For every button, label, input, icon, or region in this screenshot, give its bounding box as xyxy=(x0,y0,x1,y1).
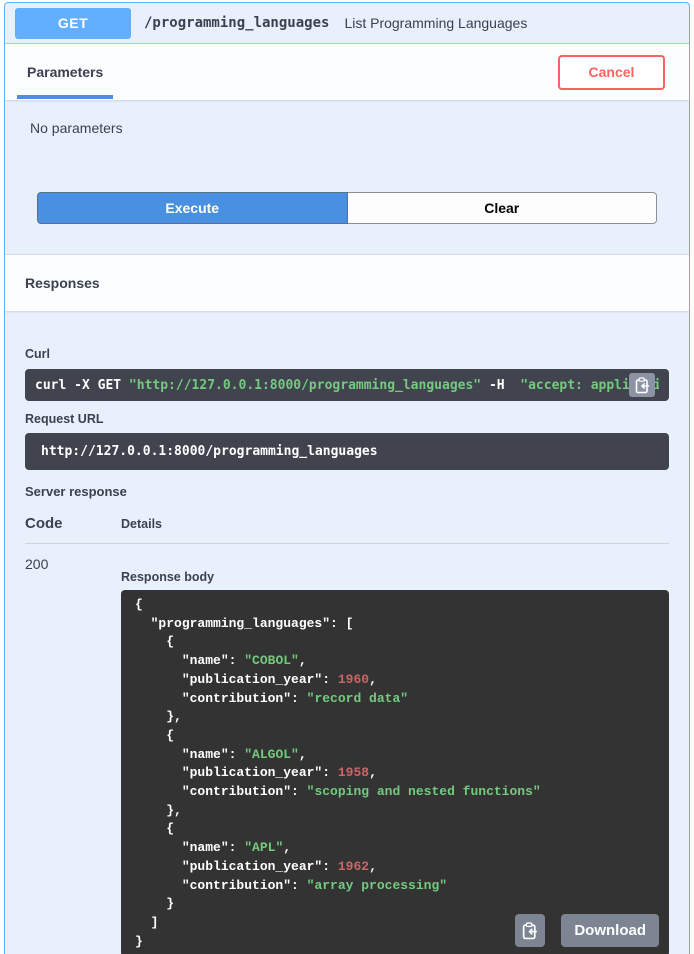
parameters-body: No parameters Execute Clear xyxy=(5,100,689,254)
curl-label: Curl xyxy=(25,347,669,361)
clipboard-copy-icon xyxy=(635,377,650,394)
response-body-code: { "programming_languages": [ { "name": "… xyxy=(135,597,541,949)
details-column-header: Details xyxy=(121,517,162,531)
response-table-header: Code Details xyxy=(25,515,669,532)
active-tab-underline xyxy=(17,95,113,99)
curl-command-text: curl -X GET "http://127.0.0.1:8000/progr… xyxy=(35,378,659,393)
execute-button[interactable]: Execute xyxy=(37,192,348,224)
no-parameters-text: No parameters xyxy=(25,120,669,136)
response-body-label: Response body xyxy=(121,570,669,584)
request-url-value: http://127.0.0.1:8000/programming_langua… xyxy=(41,444,378,459)
response-row-200: 200 Response body { "programming_languag… xyxy=(25,556,669,954)
method-badge: GET xyxy=(15,8,131,39)
operation-summary[interactable]: GET /programming_languages List Programm… xyxy=(5,3,689,44)
responses-title: Responses xyxy=(25,275,100,291)
operation-description: List Programming Languages xyxy=(344,15,527,31)
request-url-bar: http://127.0.0.1:8000/programming_langua… xyxy=(25,433,669,470)
execute-button-group: Execute Clear xyxy=(25,192,669,224)
code-column-header: Code xyxy=(25,515,121,532)
parameters-tab-label: Parameters xyxy=(27,64,103,80)
copy-response-button[interactable] xyxy=(515,914,545,947)
responses-body: Curl curl -X GET "http://127.0.0.1:8000/… xyxy=(5,347,689,954)
operation-panel: GET /programming_languages List Programm… xyxy=(4,2,690,954)
copy-curl-button[interactable] xyxy=(629,373,655,397)
responses-header: Responses xyxy=(5,254,689,311)
server-response-table: Code Details 200 Response body { "progra… xyxy=(25,515,669,954)
cancel-button[interactable]: Cancel xyxy=(558,55,665,90)
status-code: 200 xyxy=(25,556,121,954)
response-body-controls: Download xyxy=(515,914,659,947)
parameters-header: Parameters Cancel xyxy=(5,44,689,100)
operation-path: /programming_languages xyxy=(144,15,329,31)
response-body-block: { "programming_languages": [ { "name": "… xyxy=(121,590,669,954)
table-divider xyxy=(25,543,669,544)
clipboard-copy-icon xyxy=(522,922,538,940)
server-response-label: Server response xyxy=(25,484,669,499)
tab-parameters[interactable]: Parameters xyxy=(17,44,113,100)
request-url-label: Request URL xyxy=(25,412,669,426)
clear-button[interactable]: Clear xyxy=(348,192,658,224)
curl-command-bar: curl -X GET "http://127.0.0.1:8000/progr… xyxy=(25,369,669,401)
download-button[interactable]: Download xyxy=(561,914,659,947)
response-body-pre: { "programming_languages": [ { "name": "… xyxy=(135,596,655,951)
response-details: Response body { "programming_languages":… xyxy=(121,556,669,954)
